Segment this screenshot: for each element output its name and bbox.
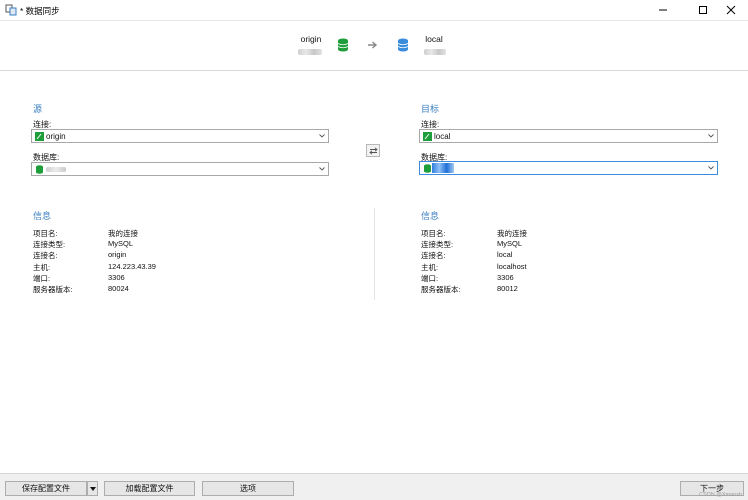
- target-database-select[interactable]: [419, 161, 718, 175]
- source-info-value: origin: [108, 250, 127, 259]
- target-info-key: 连接类型:: [421, 240, 454, 249]
- database-icon: [424, 164, 431, 173]
- target-connection-select[interactable]: local: [419, 129, 718, 143]
- sync-app-icon: [5, 4, 17, 16]
- source-database-value-blurred: [46, 167, 66, 172]
- mysql-connection-icon: [35, 132, 44, 141]
- source-info-value: 我的连接: [108, 229, 138, 238]
- target-info-key: 项目名:: [421, 229, 446, 238]
- caret-down-icon: [89, 486, 96, 491]
- swap-icon: [368, 146, 378, 155]
- chevron-down-icon: [319, 167, 325, 171]
- target-info-value: 80012: [497, 284, 518, 293]
- source-connection-value: origin: [46, 132, 66, 141]
- source-connection-select[interactable]: origin: [31, 129, 329, 143]
- save-config-button[interactable]: 保存配置文件: [5, 481, 87, 496]
- options-button[interactable]: 选项: [202, 481, 294, 496]
- chevron-down-icon: [319, 134, 325, 138]
- header-target-host-blurred: [424, 49, 446, 55]
- target-info-key: 端口:: [421, 274, 439, 283]
- chevron-down-icon: [708, 166, 714, 170]
- source-info-key: 端口:: [33, 274, 51, 283]
- source-info-title: 信息: [33, 211, 52, 221]
- source-info-value: 124.223.43.39: [108, 262, 156, 271]
- source-info-key: 主机:: [33, 263, 51, 272]
- sync-header: origin local: [0, 21, 748, 71]
- footer-bar: 保存配置文件 加载配置文件 选项 下一步 CSDN @Xmansh: [0, 473, 748, 500]
- source-info-key: 连接类型:: [33, 240, 66, 249]
- maximize-icon: [699, 6, 707, 14]
- source-info-value: 80024: [108, 284, 129, 293]
- mysql-connection-icon: [423, 132, 432, 141]
- target-info-key: 主机:: [421, 263, 439, 272]
- target-info-value: localhost: [497, 262, 527, 271]
- source-database-select[interactable]: [31, 162, 329, 176]
- chevron-down-icon: [708, 134, 714, 138]
- target-info-value: local: [497, 250, 513, 259]
- minimize-button[interactable]: [646, 0, 680, 20]
- source-info-value: MySQL: [108, 239, 134, 248]
- target-section-title: 目标: [421, 104, 440, 114]
- arrow-right-icon: [368, 41, 378, 49]
- source-info-key: 连接名:: [33, 251, 58, 260]
- header-target-name: local: [425, 34, 443, 44]
- source-info-key: 服务器版本:: [33, 285, 73, 294]
- minimize-icon: [659, 9, 667, 11]
- target-info-title: 信息: [421, 211, 440, 221]
- window-title: * 数据同步: [20, 6, 60, 16]
- info-divider: [374, 208, 375, 300]
- target-info-key: 服务器版本:: [421, 285, 461, 294]
- watermark: CSDN @Xmansh: [699, 492, 742, 498]
- target-database-value-blurred: [432, 163, 454, 173]
- target-info-value: MySQL: [497, 239, 523, 248]
- source-database-icon: [337, 38, 349, 52]
- header-source-host-blurred: [298, 49, 322, 55]
- database-icon: [36, 165, 43, 174]
- target-info-key: 连接名:: [421, 251, 446, 260]
- source-section-title: 源: [33, 104, 43, 114]
- save-config-dropdown-button[interactable]: [87, 481, 98, 496]
- source-info-key: 项目名:: [33, 229, 58, 238]
- close-icon: [726, 5, 736, 15]
- header-source-name: origin: [300, 34, 322, 44]
- target-info-value: 我的连接: [497, 229, 527, 238]
- close-button[interactable]: [714, 0, 748, 20]
- source-info-value: 3306: [108, 273, 125, 282]
- title-bar: * 数据同步: [0, 0, 748, 21]
- swap-button[interactable]: [366, 144, 380, 157]
- load-config-button[interactable]: 加载配置文件: [104, 481, 195, 496]
- target-info-value: 3306: [497, 273, 514, 282]
- target-connection-value: local: [434, 132, 451, 141]
